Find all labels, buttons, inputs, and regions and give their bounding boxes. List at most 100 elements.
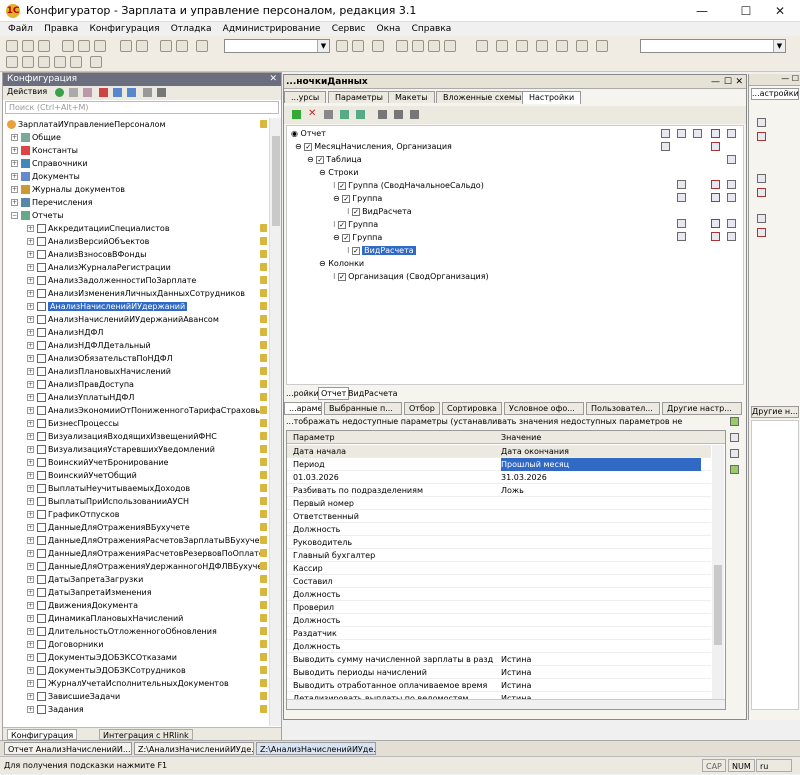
- tab-conditional-format[interactable]: Условное офо...: [504, 402, 584, 415]
- copy-item-icon[interactable]: [83, 88, 92, 97]
- table-row[interactable]: Период Прошлый месяц: [287, 458, 711, 471]
- table-row[interactable]: Ответственный: [287, 510, 711, 523]
- tool-e-icon[interactable]: [556, 40, 568, 52]
- tab-other-settings[interactable]: Другие настр...: [662, 402, 742, 415]
- print-icon[interactable]: [120, 40, 132, 52]
- support-icon[interactable]: [70, 56, 82, 68]
- tree-report-item[interactable]: + ЗависшиеЗадачи: [27, 690, 120, 703]
- tab-parameters[interactable]: ...араметры: [284, 402, 322, 415]
- tree-report-item[interactable]: + АнализЖурналаРегистрации: [27, 261, 171, 274]
- conditional-icon[interactable]: [757, 188, 766, 197]
- sort-icon[interactable]: [143, 88, 152, 97]
- open-icon[interactable]: [22, 40, 34, 52]
- options-icon[interactable]: [727, 180, 736, 189]
- tree-report-item[interactable]: + ДвиженияДокумента: [27, 599, 138, 612]
- expand-icon[interactable]: +: [27, 615, 34, 622]
- expand-icon[interactable]: +: [27, 407, 34, 414]
- tree-report-item[interactable]: + ДанныеДляОтраженияВБухучете: [27, 521, 190, 534]
- step-icon[interactable]: [444, 40, 456, 52]
- config-icon[interactable]: [6, 56, 18, 68]
- save-icon[interactable]: [38, 40, 50, 52]
- conditional-icon[interactable]: [711, 180, 720, 189]
- bookmark-icon[interactable]: [372, 40, 384, 52]
- tree-report-item[interactable]: + БизнесПроцессы: [27, 417, 119, 430]
- table-row[interactable]: Первый номер: [287, 497, 711, 510]
- search-combo[interactable]: ▼: [224, 39, 330, 53]
- doc-icon[interactable]: [90, 56, 102, 68]
- table-row[interactable]: Выводить сумму начисленной зарплаты в ра…: [287, 653, 711, 666]
- tree-group[interactable]: + Общие: [11, 131, 61, 144]
- tool-d-icon[interactable]: [536, 40, 548, 52]
- tab-settings[interactable]: Настройки: [522, 91, 582, 104]
- expand-icon[interactable]: +: [27, 303, 34, 310]
- expand-icon[interactable]: +: [27, 485, 34, 492]
- tree-report-item[interactable]: + ДинамикаПлановыхНачислений: [27, 612, 183, 625]
- checkbox[interactable]: ✓: [342, 194, 351, 203]
- expand-icon[interactable]: +: [27, 264, 34, 271]
- breakpoint-icon[interactable]: [428, 40, 440, 52]
- tree-report-item[interactable]: + АнализВерсийОбъектов: [27, 235, 149, 248]
- table-row[interactable]: Выводить отработанное оплачиваемое время…: [287, 679, 711, 692]
- table-row[interactable]: Проверил: [287, 601, 711, 614]
- tree-report-item[interactable]: + АнализПравДоступа: [27, 378, 134, 391]
- tree-report-item[interactable]: + Договорники: [27, 638, 103, 651]
- group-icon[interactable]: [394, 110, 403, 119]
- clear-icon[interactable]: [730, 433, 739, 442]
- tool-c-icon[interactable]: [516, 40, 528, 52]
- actions-menu[interactable]: Действия: [7, 87, 47, 96]
- column-parameter[interactable]: Параметр: [293, 431, 493, 444]
- expand-icon[interactable]: +: [27, 550, 34, 557]
- edit-icon[interactable]: [69, 88, 78, 97]
- tree-report-item[interactable]: + АнализНачисленийИУдержаний: [27, 300, 188, 313]
- debug-stop-icon[interactable]: [412, 40, 424, 52]
- tree-node-organization[interactable]: ⁝ ✓ Организация (СводОрганизация): [333, 271, 489, 283]
- expand-icon[interactable]: +: [27, 602, 34, 609]
- expand-icon[interactable]: +: [27, 459, 34, 466]
- checkbox[interactable]: ✓: [342, 233, 351, 242]
- expand-icon[interactable]: +: [27, 589, 34, 596]
- redo-icon[interactable]: [176, 40, 188, 52]
- check-icon[interactable]: [757, 214, 766, 223]
- param-value[interactable]: Ложь: [501, 484, 701, 497]
- tree-report-item[interactable]: + АнализНачисленийИУдержанийАвансом: [27, 313, 219, 326]
- expand-icon[interactable]: +: [27, 680, 34, 687]
- tab-selected-fields[interactable]: Выбранные п...: [324, 402, 402, 415]
- expand-icon[interactable]: +: [27, 238, 34, 245]
- expand-icon[interactable]: +: [27, 628, 34, 635]
- db-icon[interactable]: [22, 56, 34, 68]
- settings-vid-button[interactable]: ВидРасчета: [348, 389, 398, 398]
- compare-icon[interactable]: [54, 56, 66, 68]
- expand-icon[interactable]: +: [27, 498, 34, 505]
- expand-icon[interactable]: +: [11, 160, 18, 167]
- check-icon[interactable]: [757, 118, 766, 127]
- checkbox[interactable]: ✓: [338, 181, 347, 190]
- table-row[interactable]: Руководитель: [287, 536, 711, 549]
- tree-root[interactable]: ЗарплатаИУправлениеПерсоналом: [7, 118, 166, 131]
- param-value[interactable]: 31.03.2026: [501, 471, 701, 484]
- expand-icon[interactable]: +: [27, 693, 34, 700]
- options-icon[interactable]: [727, 155, 736, 164]
- options-icon[interactable]: [727, 129, 736, 138]
- table-row[interactable]: Раздатчик: [287, 627, 711, 640]
- conditional-icon[interactable]: [711, 129, 720, 138]
- tab-hrlink[interactable]: Интеграция с HRlink: [99, 729, 193, 740]
- column-value[interactable]: Значение: [501, 431, 701, 444]
- tree-report-item[interactable]: + ДлительностьОтложенногоОбновления: [27, 625, 217, 638]
- cut-icon[interactable]: [62, 40, 74, 52]
- delete-icon[interactable]: ✕: [308, 108, 316, 119]
- expand-icon[interactable]: +: [11, 134, 18, 141]
- filter-icon[interactable]: [677, 219, 686, 228]
- tree-report-item[interactable]: + ВизуализацияУстаревшихУведомлений: [27, 443, 215, 456]
- up-icon[interactable]: [340, 110, 349, 119]
- table-row[interactable]: Главный бухгалтер: [287, 549, 711, 562]
- tree-group[interactable]: + Справочники: [11, 157, 88, 170]
- tree-node-group[interactable]: ⊖ ✓ Группа: [333, 232, 382, 244]
- expand-icon[interactable]: +: [27, 368, 34, 375]
- tree-report-item[interactable]: + ВыплатыПриИспользованииАУСН: [27, 495, 189, 508]
- tree-scrollbar[interactable]: [269, 118, 281, 726]
- right-window-controls[interactable]: — ☐: [749, 74, 800, 86]
- tree-group[interactable]: + Константы: [11, 144, 78, 157]
- tree-report-item[interactable]: +Задачи: [27, 716, 78, 718]
- options-icon[interactable]: [727, 232, 736, 241]
- tree-report-item[interactable]: + ЖурналУчетаИсполнительныхДокументов: [27, 677, 229, 690]
